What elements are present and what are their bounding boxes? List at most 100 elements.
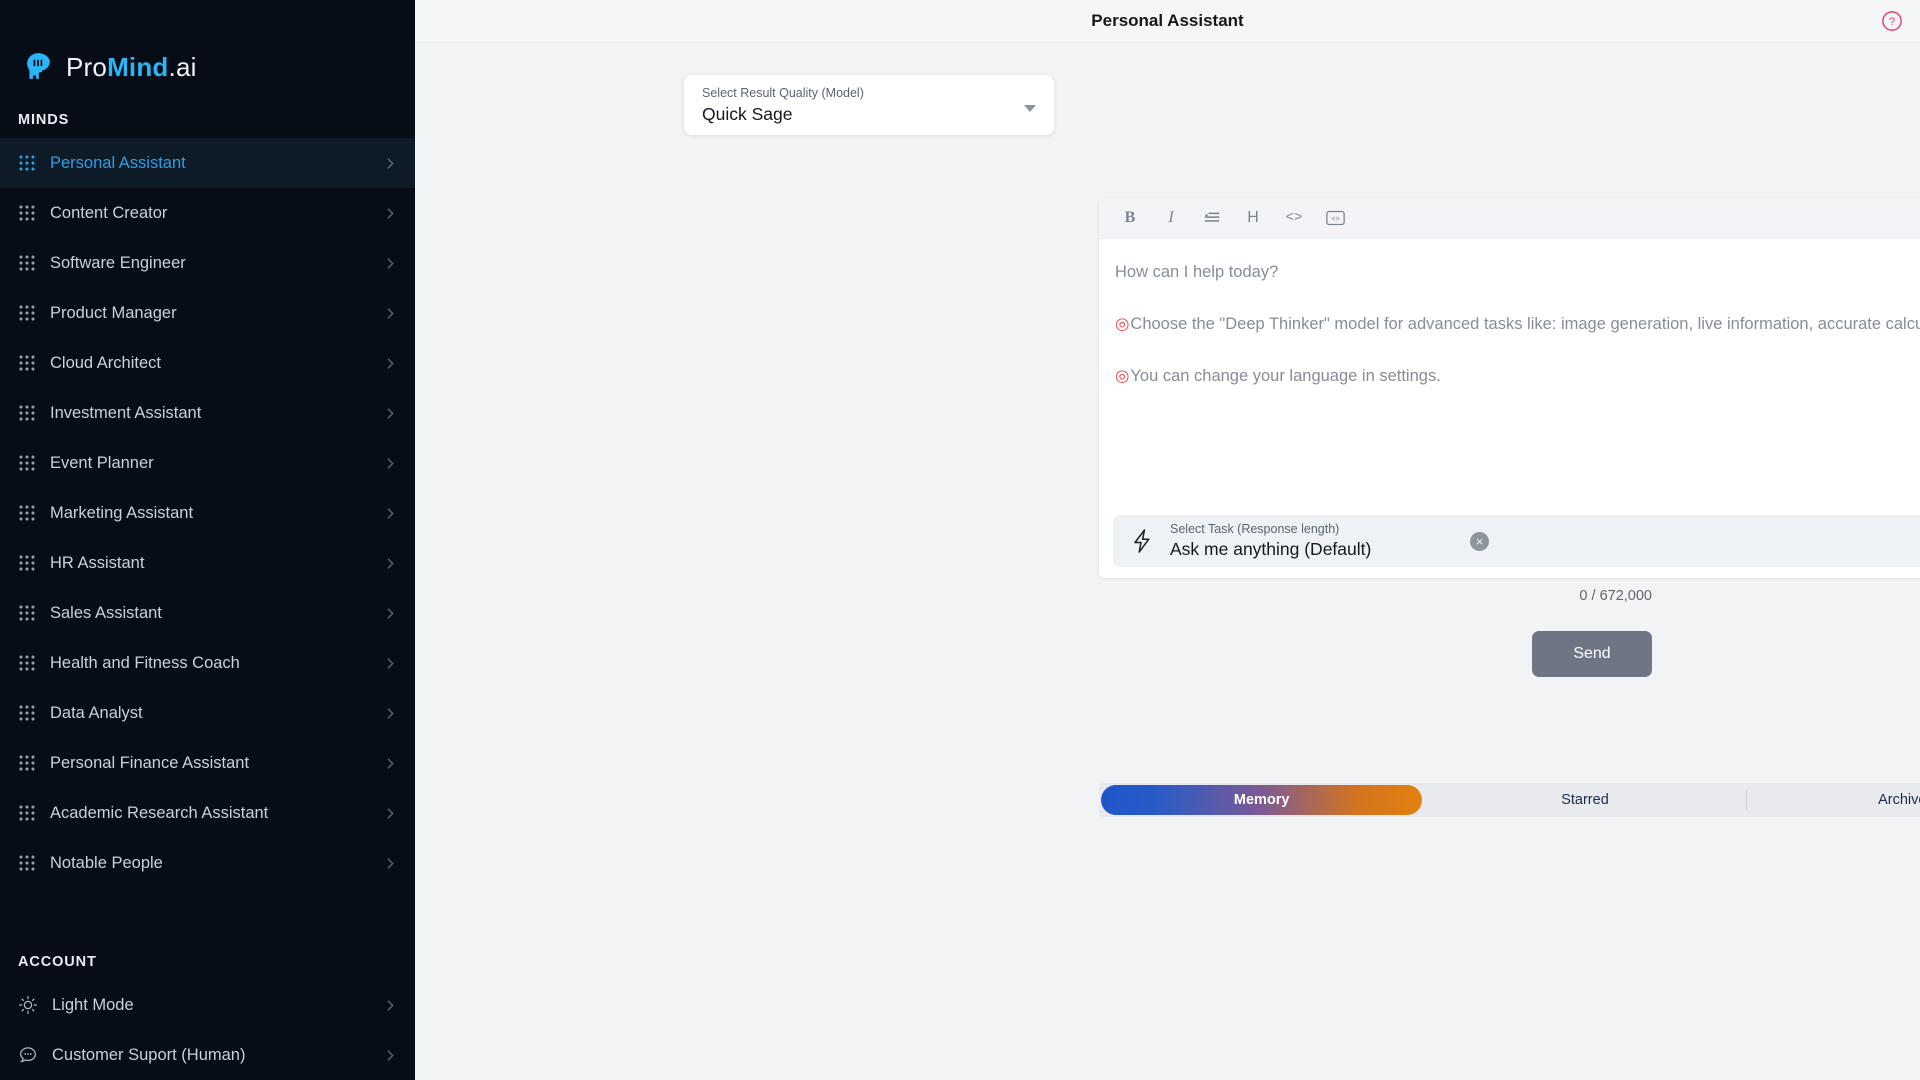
sidebar-item-data-analyst[interactable]: Data Analyst <box>0 688 415 738</box>
code-block-icon: <> <box>1325 210 1345 226</box>
sidebar-item-product-manager[interactable]: Product Manager <box>0 288 415 338</box>
minds-section-label: MINDS <box>18 112 70 128</box>
logo-text: ProMind.ai <box>66 52 197 83</box>
sidebar-item-notable-people[interactable]: Notable People <box>0 838 415 888</box>
chevron-right-icon[interactable] <box>384 407 397 420</box>
chevron-right-icon[interactable] <box>384 207 397 220</box>
grid-dots-icon <box>19 155 35 171</box>
grid-dots-icon <box>19 755 35 771</box>
tab-archived[interactable]: Archived <box>1745 783 1920 817</box>
account-item-label: Light Mode <box>52 995 134 1014</box>
message-editor: B I H <> <> How can I help today? ◎Choos… <box>1099 198 1920 578</box>
sidebar-item-personal-finance-assistant[interactable]: Personal Finance Assistant <box>0 738 415 788</box>
grid-dots-icon <box>19 855 35 871</box>
model-select[interactable]: Select Result Quality (Model) Quick Sage <box>684 75 1054 135</box>
task-select-label: Select Task (Response length) <box>1170 521 1340 536</box>
logo[interactable]: ProMind.ai <box>0 0 415 96</box>
list-button[interactable] <box>1201 207 1223 229</box>
sidebar-item-label: Marketing Assistant <box>50 503 194 522</box>
sidebar-item-label: Event Planner <box>50 453 154 472</box>
chevron-right-icon[interactable] <box>384 999 397 1012</box>
sidebar-item-health-and-fitness-coach[interactable]: Health and Fitness Coach <box>0 638 415 688</box>
sidebar-item-label: Personal Assistant <box>50 153 186 172</box>
italic-button[interactable]: I <box>1160 207 1182 229</box>
editor-toolbar: B I H <> <> <box>1099 198 1920 239</box>
chevron-right-icon[interactable] <box>384 157 397 170</box>
chevron-right-icon[interactable] <box>384 657 397 670</box>
character-counter: 0 / 672,000 <box>1579 588 1652 604</box>
sidebar-item-investment-assistant[interactable]: Investment Assistant <box>0 388 415 438</box>
code-block-button[interactable]: <> <box>1324 207 1346 229</box>
grid-dots-icon <box>19 555 35 571</box>
editor-body[interactable]: How can I help today? ◎Choose the "Deep … <box>1099 239 1920 389</box>
sidebar-item-label: Health and Fitness Coach <box>50 653 240 672</box>
close-circle-icon[interactable]: × <box>1470 531 1489 551</box>
tab-starred[interactable]: Starred <box>1424 783 1745 817</box>
svg-text:<>: <> <box>1331 216 1340 224</box>
question-circle-icon[interactable]: ? <box>1881 10 1903 32</box>
grid-dots-icon <box>19 455 35 471</box>
sidebar-item-label: Data Analyst <box>50 703 143 722</box>
top-bar: Personal Assistant ? <box>415 0 1920 43</box>
chevron-right-icon[interactable] <box>384 357 397 370</box>
sidebar-item-academic-research-assistant[interactable]: Academic Research Assistant <box>0 788 415 838</box>
page-title: Personal Assistant <box>1091 11 1244 30</box>
sidebar-item-marketing-assistant[interactable]: Marketing Assistant <box>0 488 415 538</box>
svg-text:?: ? <box>1889 16 1895 28</box>
editor-hint-2-text: You can change your language in settings… <box>1130 366 1441 385</box>
brain-head-icon <box>27 52 50 79</box>
minds-nav-list: Personal Assistant Content Creator Softwar… <box>0 138 415 888</box>
conversation-tabs: MemoryStarredArchived <box>1099 783 1920 817</box>
main-content: Personal Assistant ? Select Result Quali… <box>415 0 1920 1080</box>
grid-dots-icon <box>19 805 35 821</box>
chevron-right-icon[interactable] <box>384 557 397 570</box>
editor-placeholder: How can I help today? <box>1115 263 1279 281</box>
sidebar-item-label: HR Assistant <box>50 553 145 572</box>
chevron-right-icon[interactable] <box>384 607 397 620</box>
sidebar-item-label: Content Creator <box>50 203 168 222</box>
chevron-right-icon[interactable] <box>384 857 397 870</box>
sidebar-item-label: Sales Assistant <box>50 603 162 622</box>
sidebar-item-hr-assistant[interactable]: HR Assistant <box>0 538 415 588</box>
account-item-light-mode[interactable]: Light Mode <box>0 980 415 1030</box>
sidebar-item-label: Cloud Architect <box>50 353 161 372</box>
grid-dots-icon <box>19 405 35 421</box>
lightning-bolt-icon <box>1134 529 1150 553</box>
account-item-customer-suport-human-[interactable]: Customer Suport (Human) <box>0 1030 415 1080</box>
task-select[interactable]: Select Task (Response length) Ask me any… <box>1113 515 1920 567</box>
account-nav-list: Light Mode Customer Suport (Human) <box>0 980 415 1080</box>
inline-code-button[interactable]: <> <box>1283 207 1305 229</box>
sidebar-item-sales-assistant[interactable]: Sales Assistant <box>0 588 415 638</box>
bold-button[interactable]: B <box>1119 207 1141 229</box>
chevron-right-icon[interactable] <box>384 1049 397 1062</box>
model-select-value: Quick Sage <box>702 103 793 124</box>
grid-dots-icon <box>19 605 35 621</box>
editor-hint-2: ◎You can change your language in setting… <box>1115 365 1920 389</box>
target-icon: ◎ <box>1115 366 1130 385</box>
chevron-right-icon[interactable] <box>384 457 397 470</box>
sidebar-item-personal-assistant[interactable]: Personal Assistant <box>0 138 415 188</box>
sidebar-item-event-planner[interactable]: Event Planner <box>0 438 415 488</box>
sidebar-item-label: Personal Finance Assistant <box>50 753 250 772</box>
chevron-down-icon[interactable] <box>1024 105 1036 112</box>
editor-hint-1-text: Choose the "Deep Thinker" model for adva… <box>1130 314 1920 333</box>
sidebar-item-cloud-architect[interactable]: Cloud Architect <box>0 338 415 388</box>
app-root: ProMind.ai MINDS Personal Assistant Conte… <box>0 0 1920 1080</box>
editor-hint-1: ◎Choose the "Deep Thinker" model for adv… <box>1115 313 1920 337</box>
account-item-label: Customer Suport (Human) <box>52 1045 246 1064</box>
sidebar-item-label: Academic Research Assistant <box>50 803 269 822</box>
heading-button[interactable]: H <box>1242 207 1264 229</box>
chevron-right-icon[interactable] <box>384 507 397 520</box>
sidebar-item-software-engineer[interactable]: Software Engineer <box>0 238 415 288</box>
grid-dots-icon <box>19 705 35 721</box>
send-button[interactable]: Send <box>1532 631 1652 677</box>
chevron-right-icon[interactable] <box>384 257 397 270</box>
sidebar-item-label: Notable People <box>50 853 163 872</box>
sidebar-item-label: Investment Assistant <box>50 403 202 422</box>
chevron-right-icon[interactable] <box>384 307 397 320</box>
tab-memory[interactable]: Memory <box>1101 785 1423 815</box>
chevron-right-icon[interactable] <box>384 807 397 820</box>
chevron-right-icon[interactable] <box>384 707 397 720</box>
sidebar-item-content-creator[interactable]: Content Creator <box>0 188 415 238</box>
chevron-right-icon[interactable] <box>384 757 397 770</box>
